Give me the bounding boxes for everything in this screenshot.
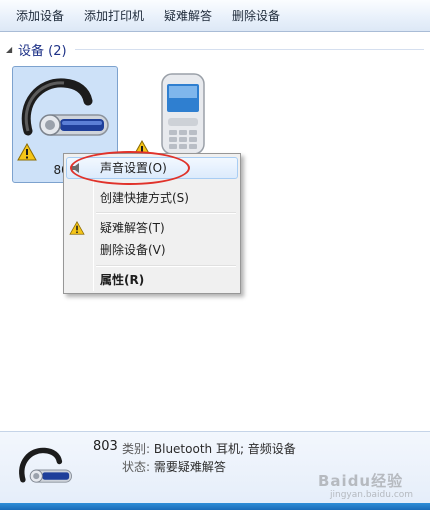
command-bar: 添加设备 添加打印机 疑难解答 删除设备 bbox=[0, 0, 430, 32]
menu-item-create-shortcut[interactable]: 创建快捷方式(S) bbox=[66, 187, 238, 209]
warning-icon bbox=[17, 143, 37, 161]
details-device-name: 803 bbox=[93, 439, 118, 454]
taskbar-strip bbox=[0, 503, 430, 510]
add-printer-button[interactable]: 添加打印机 bbox=[74, 3, 154, 28]
devices-group-header[interactable]: ◢ 设备 (2) bbox=[6, 40, 424, 59]
category-value: Bluetooth 耳机; 音频设备 bbox=[153, 442, 296, 456]
details-status-row: 状态: 需要疑难解答 bbox=[122, 458, 226, 475]
group-title: 设备 (2) bbox=[18, 43, 67, 59]
menu-separator bbox=[96, 265, 236, 267]
add-device-button[interactable]: 添加设备 bbox=[6, 3, 74, 28]
menu-item-label: 疑难解答(T) bbox=[100, 221, 165, 235]
details-category-row: 类别: Bluetooth 耳机; 音频设备 bbox=[122, 440, 296, 457]
group-divider bbox=[74, 48, 424, 50]
warning-icon bbox=[69, 221, 85, 235]
annotation-ring bbox=[70, 151, 190, 185]
menu-separator bbox=[96, 212, 236, 214]
status-label: 状态: bbox=[122, 460, 151, 474]
remove-device-button[interactable]: 删除设备 bbox=[222, 3, 290, 28]
menu-item-label: 属性(R) bbox=[100, 273, 145, 287]
category-label: 类别: bbox=[122, 442, 151, 456]
menu-item-label: 删除设备(V) bbox=[100, 243, 166, 257]
watermark-subtext: jingyan.baidu.com bbox=[330, 490, 414, 500]
troubleshoot-button[interactable]: 疑难解答 bbox=[154, 3, 222, 28]
collapse-triangle-icon[interactable]: ◢ bbox=[6, 45, 18, 54]
menu-item-label: 创建快捷方式(S) bbox=[100, 191, 189, 205]
menu-item-troubleshoot[interactable]: 疑难解答(T) bbox=[66, 217, 238, 239]
status-value: 需要疑难解答 bbox=[153, 460, 226, 474]
menu-item-remove-device[interactable]: 删除设备(V) bbox=[66, 239, 238, 261]
bluetooth-headset-icon bbox=[19, 447, 73, 483]
watermark-text: Baidu经验 bbox=[318, 472, 404, 490]
menu-item-properties[interactable]: 属性(R) bbox=[66, 269, 238, 291]
